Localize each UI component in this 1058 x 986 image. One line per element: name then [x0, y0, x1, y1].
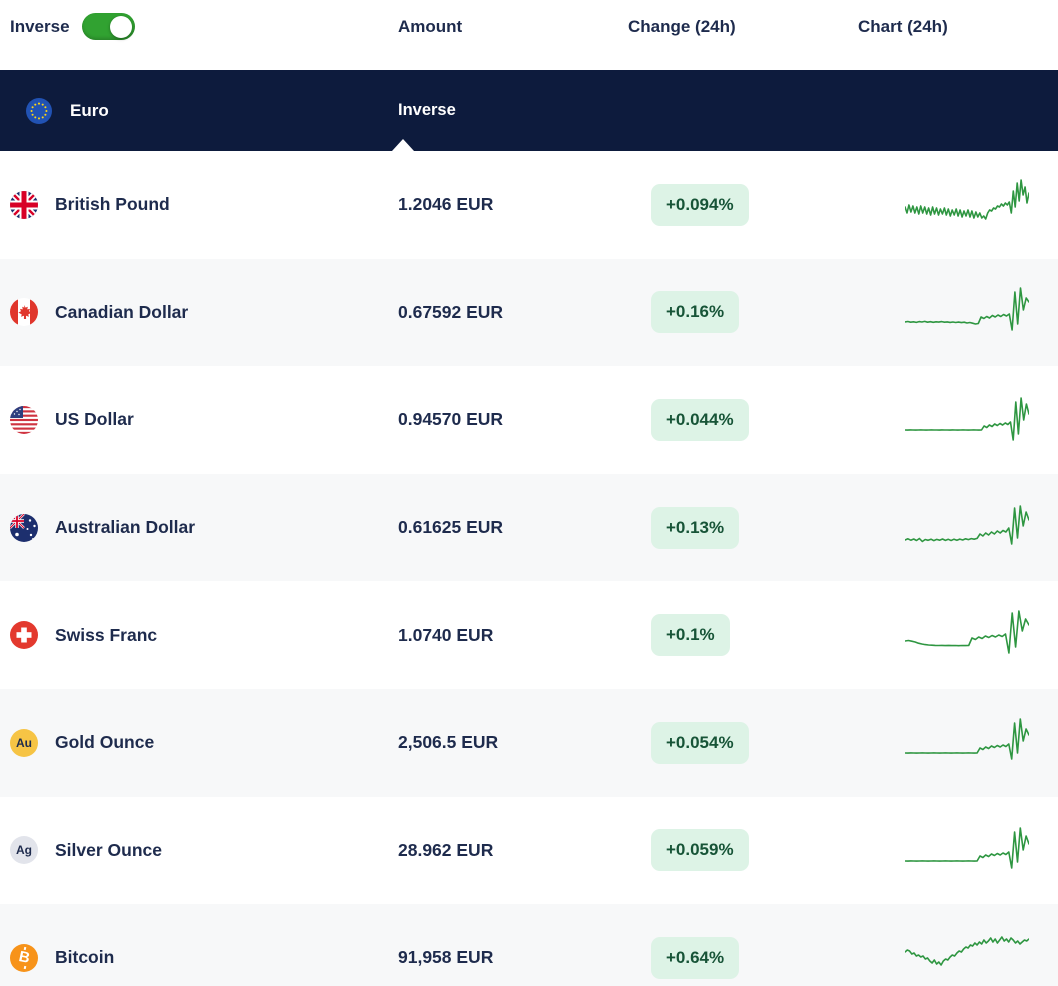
amount-value: 2,506.5 EUR	[398, 732, 499, 753]
us-flag-icon	[10, 406, 38, 434]
currency-name: British Pound	[55, 194, 170, 215]
currency-row[interactable]: Ag Silver Ounce 28.962 EUR +0.059%	[0, 796, 1058, 905]
sparkline-chart	[905, 178, 1029, 220]
pointer-notch	[392, 139, 414, 151]
sparkline-chart	[905, 827, 1029, 870]
amount-value: 91,958 EUR	[398, 947, 494, 968]
sparkline-chart	[905, 717, 1029, 760]
currency-name: Gold Ounce	[55, 732, 155, 753]
currency-icon-slot	[10, 298, 38, 326]
amount-value: 1.0740 EUR	[398, 624, 494, 645]
amount-value: 0.61625 EUR	[398, 517, 504, 538]
sparkline-chart	[905, 287, 1029, 332]
currency-name: US Dollar	[55, 409, 134, 430]
inverse-toggle-label: Inverse	[10, 16, 70, 36]
change-badge: +0.1%	[651, 614, 730, 657]
currency-icon-slot	[10, 621, 38, 649]
currency-name: Bitcoin	[55, 947, 115, 968]
au-flag-icon	[10, 514, 38, 542]
base-inverse-label: Inverse	[398, 101, 456, 119]
currency-icon-slot	[10, 406, 38, 434]
currency-row[interactable]: US Dollar 0.94570 EUR +0.044%	[0, 366, 1058, 474]
amount-value: 0.67592 EUR	[398, 301, 504, 322]
inverse-toggle[interactable]	[81, 13, 135, 40]
currency-name: Canadian Dollar	[55, 301, 189, 322]
eu-flag-icon	[26, 98, 52, 124]
currency-icon-slot: Au	[10, 728, 38, 757]
sparkline-chart	[905, 397, 1029, 441]
inverse-control: Inverse	[0, 0, 398, 44]
change-badge: +0.054%	[651, 721, 749, 764]
change-badge: +0.16%	[651, 291, 740, 334]
currency-icon-slot	[10, 514, 38, 542]
column-header-change: Change (24h)	[628, 16, 736, 36]
currency-row[interactable]: Canadian Dollar 0.67592 EUR +0.16%	[0, 258, 1058, 367]
amount-value: 28.962 EUR	[398, 839, 494, 860]
change-badge: +0.094%	[651, 183, 749, 226]
toggle-knob	[109, 15, 132, 38]
base-currency-bar: Euro Inverse	[0, 70, 1058, 151]
column-header-chart: Chart (24h)	[858, 16, 948, 36]
sparkline-chart	[905, 610, 1029, 654]
ca-flag-icon	[10, 298, 38, 326]
change-badge: +0.64%	[651, 936, 740, 979]
currency-icon-slot: Ag	[10, 836, 38, 865]
change-badge: +0.13%	[651, 506, 740, 549]
currency-name: Silver Ounce	[55, 839, 162, 860]
currency-name: Australian Dollar	[55, 517, 196, 538]
change-badge: +0.044%	[651, 398, 749, 441]
gb-flag-icon	[10, 191, 38, 219]
currency-icon-slot: B	[10, 943, 38, 972]
currency-icon-slot	[10, 191, 38, 219]
currency-row[interactable]: B Bitcoin 91,958 EUR +0.64%	[0, 904, 1058, 986]
currency-row[interactable]: British Pound 1.2046 EUR +0.094%	[0, 151, 1058, 259]
currency-row[interactable]: Australian Dollar 0.61625 EUR +0.13%	[0, 473, 1058, 582]
change-badge: +0.059%	[651, 829, 749, 872]
currency-row[interactable]: Au Gold Ounce 2,506.5 EUR +0.054%	[0, 688, 1058, 797]
column-header-amount: Amount	[398, 16, 463, 36]
rows-container: British Pound 1.2046 EUR +0.094% Canadia…	[0, 151, 1058, 986]
amount-value: 1.2046 EUR	[398, 194, 494, 215]
sparkline-chart	[905, 936, 1029, 966]
silver-coin-icon: Ag	[10, 836, 38, 865]
btc-coin-icon: B	[10, 943, 38, 972]
table-header-row: Inverse Amount Change (24h) Chart (24h)	[0, 0, 1058, 70]
sparkline-chart	[905, 504, 1029, 545]
ch-flag-icon	[10, 621, 38, 649]
currency-name: Swiss Franc	[55, 624, 158, 645]
base-currency-name: Euro	[70, 100, 109, 120]
currency-row[interactable]: Swiss Franc 1.0740 EUR +0.1%	[0, 581, 1058, 689]
gold-coin-icon: Au	[10, 728, 38, 757]
amount-value: 0.94570 EUR	[398, 409, 504, 430]
currency-rates-table: Inverse Amount Change (24h) Chart (24h) …	[0, 0, 1058, 986]
